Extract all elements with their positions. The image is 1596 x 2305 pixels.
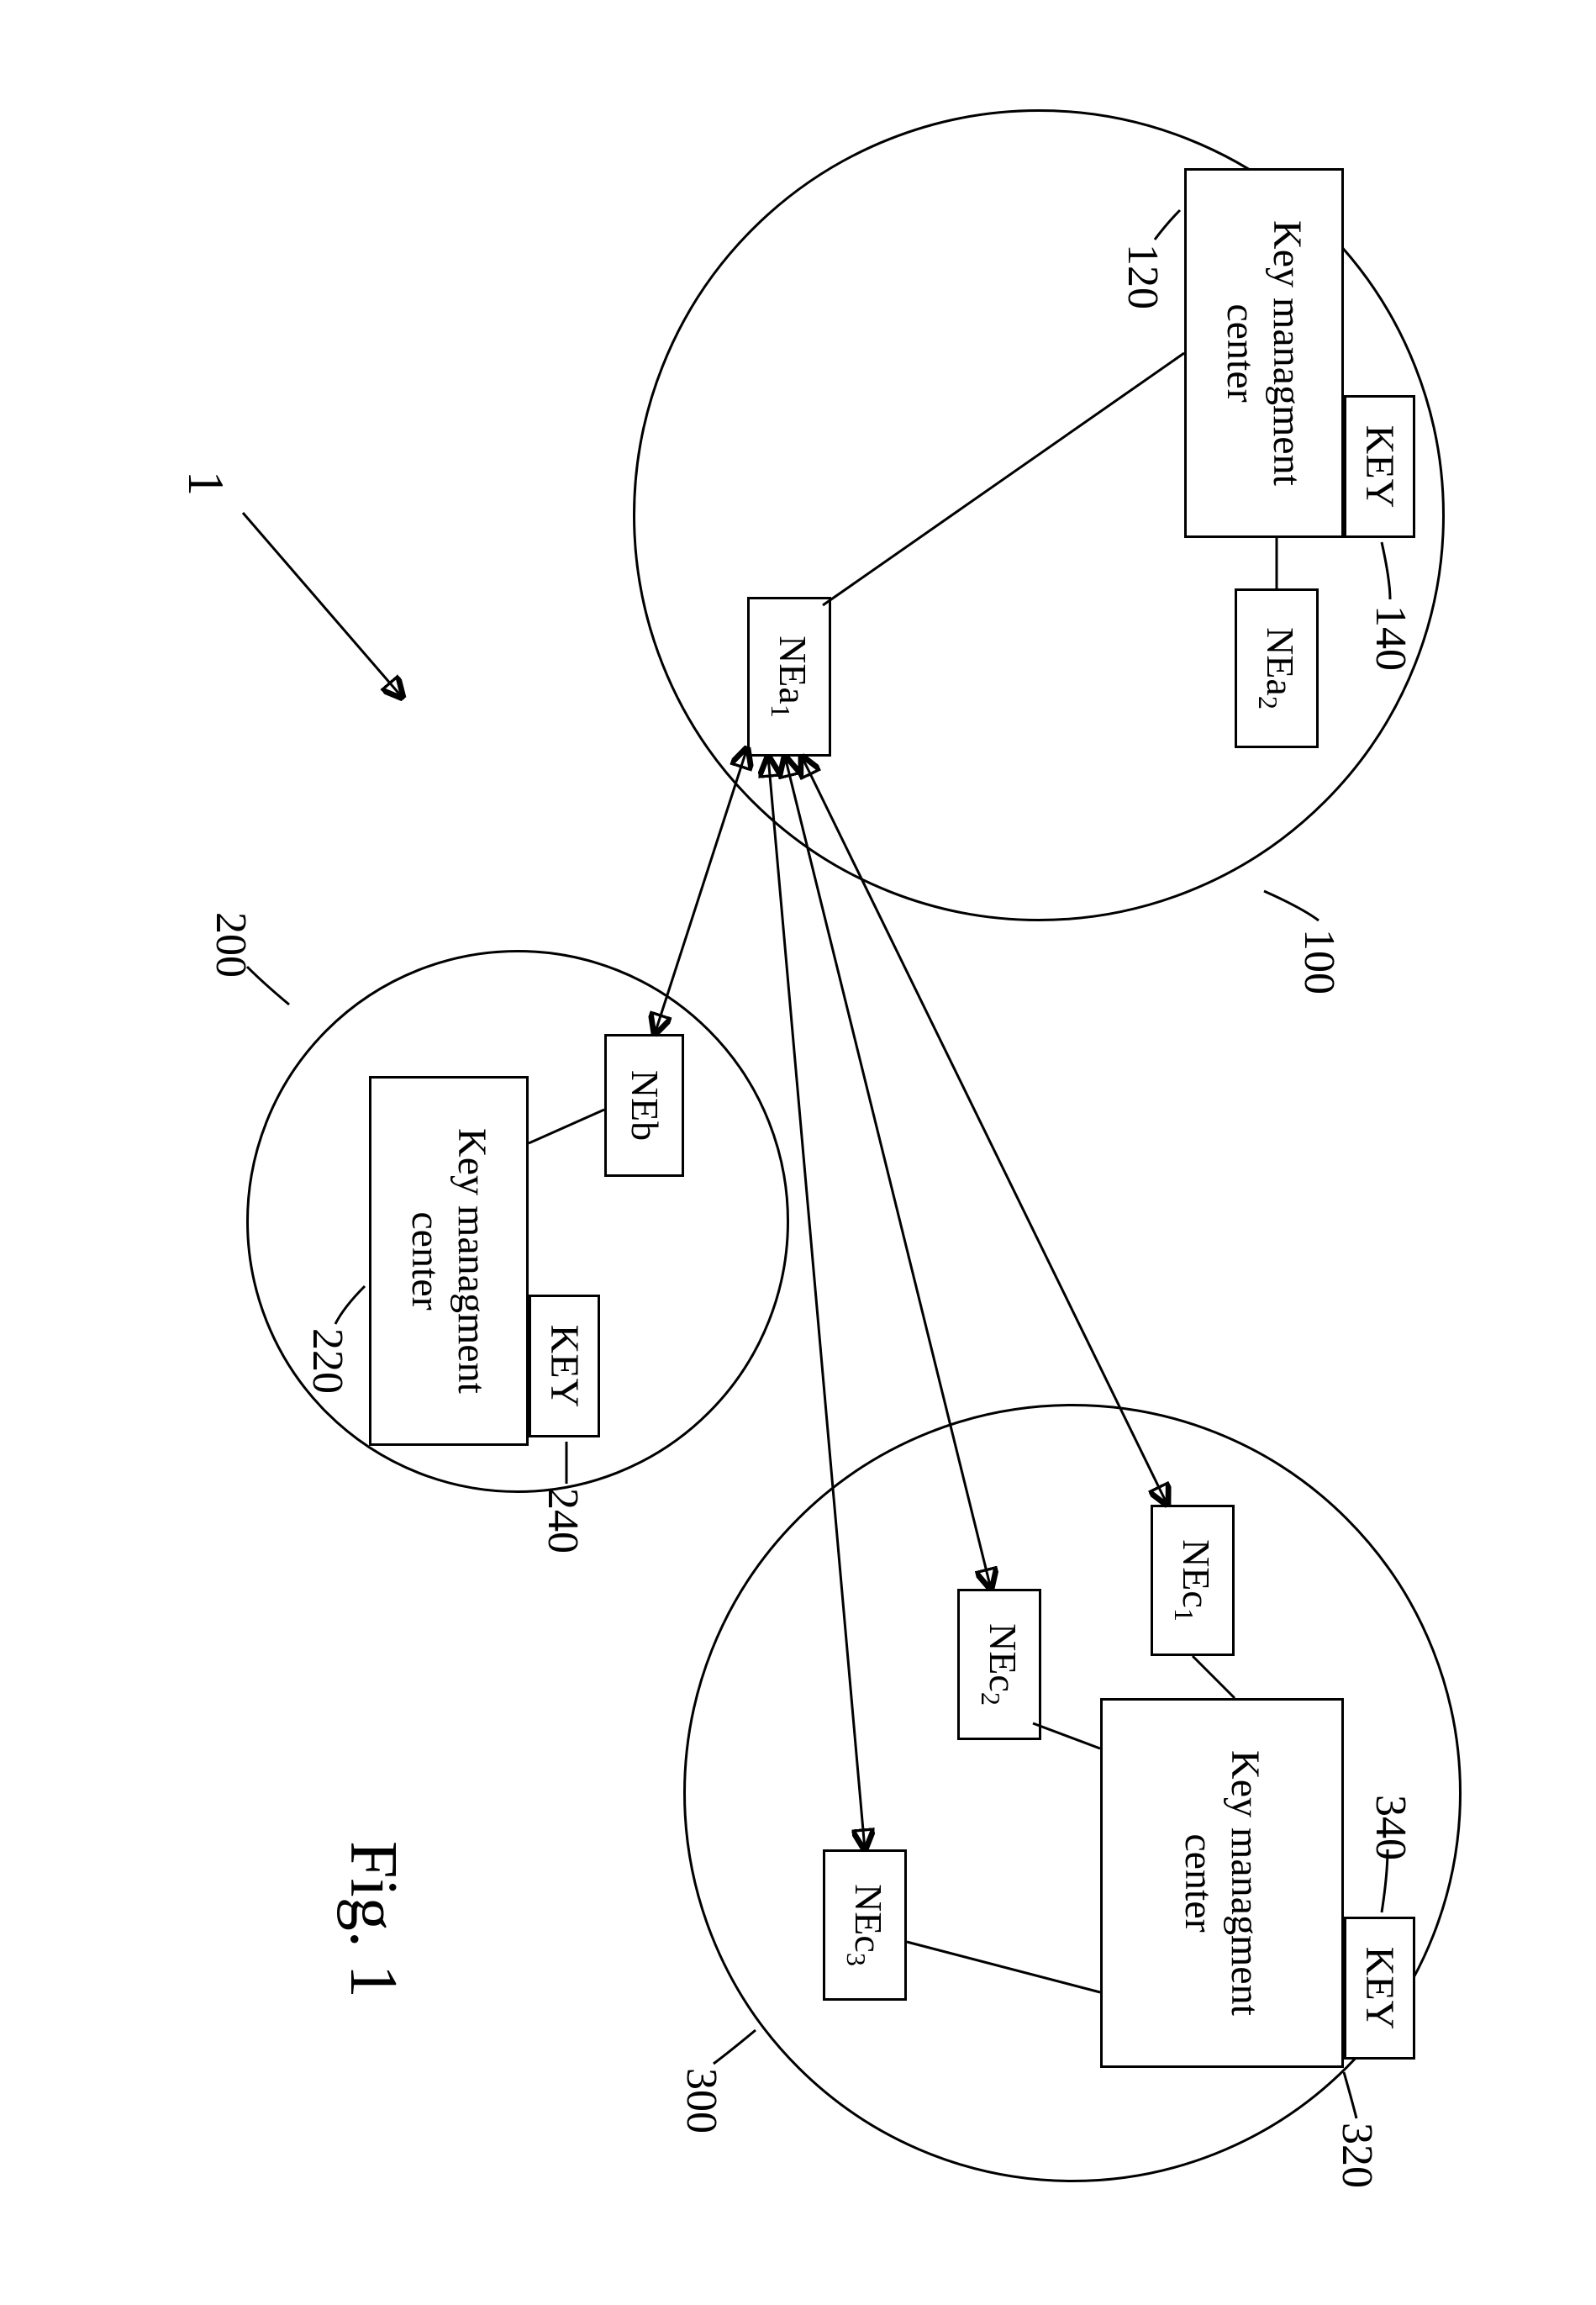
ref-320: 320 [1332,2123,1382,2188]
node-nea2-text: NEa2 [1251,627,1301,709]
ref-220: 220 [303,1328,352,1394]
figure-label: Fig. 1 [334,1841,411,1998]
kmc-b: Key managment center [369,1076,529,1446]
key-c-label: KEY [1356,1947,1403,2030]
ref-200: 200 [206,912,255,978]
key-b: KEY [529,1295,600,1437]
node-nec3-text: NEc3 [840,1884,889,1966]
node-nec1: NEc1 [1151,1505,1235,1656]
kmc-c: Key managment center [1100,1698,1344,2068]
key-c: KEY [1344,1917,1415,2060]
node-nea1-text: NEa1 [764,636,814,718]
domain-c-circle [683,1404,1462,2182]
kmc-a-label: Key managment center [1218,176,1310,530]
node-nea1: NEa1 [747,597,831,757]
ref-340: 340 [1366,1795,1415,1860]
kmc-a: Key managment center [1184,168,1344,538]
ref-100: 100 [1294,929,1344,994]
diagram-canvas: Key managment center KEY NEa2 NEa1 Key m… [0,0,1596,2305]
ref-140: 140 [1366,605,1415,671]
ref-120: 120 [1118,244,1167,309]
node-neb: NEb [604,1034,684,1177]
node-nec1-text: NEc1 [1167,1539,1217,1622]
kmc-c-label: Key managment center [1176,1706,1268,2060]
node-nec3: NEc3 [823,1849,907,2001]
key-b-label: KEY [541,1325,587,1408]
node-neb-text: NEb [622,1070,666,1141]
key-a: KEY [1344,395,1415,538]
key-a-label: KEY [1356,425,1403,509]
node-nea2: NEa2 [1235,588,1319,748]
ref-arrow-1-label: 1 [176,471,234,496]
node-nec2: NEc2 [957,1589,1041,1740]
ref-300: 300 [677,2068,726,2134]
node-nec2-text: NEc2 [974,1623,1024,1706]
ref-240: 240 [538,1488,587,1553]
kmc-b-label: Key managment center [403,1084,495,1438]
